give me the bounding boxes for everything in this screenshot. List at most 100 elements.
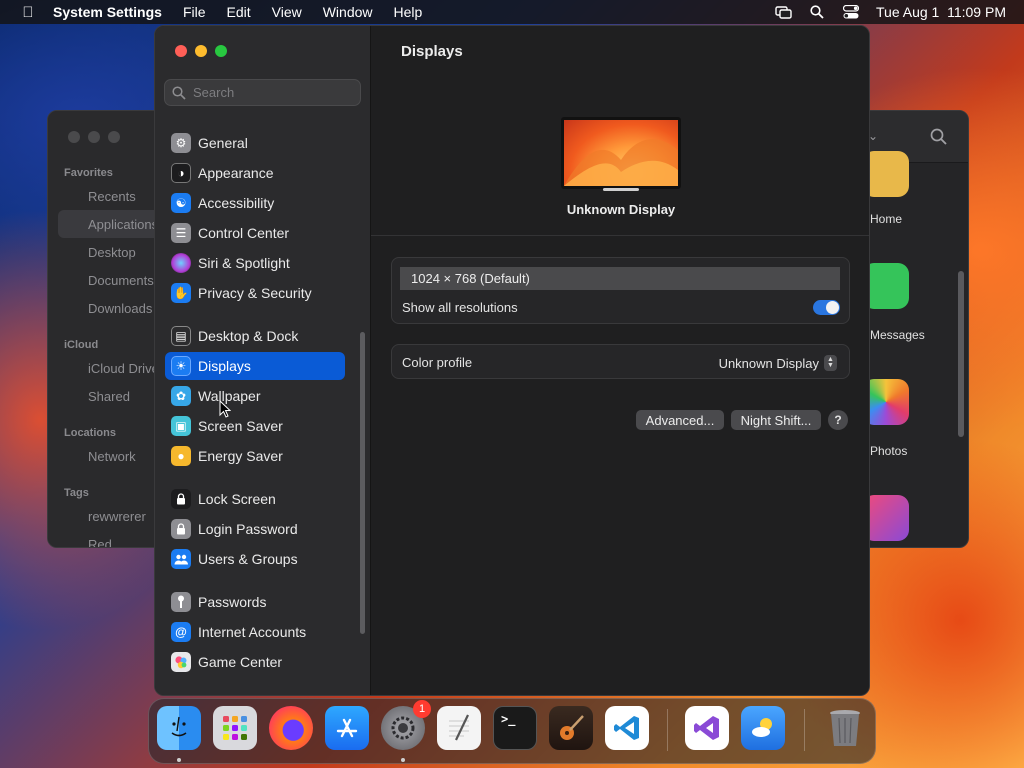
menu-edit[interactable]: Edit: [227, 4, 251, 20]
settings-notification-badge: 1: [413, 700, 431, 718]
sidebar-item-label: Lock Screen: [198, 491, 276, 507]
finder-item[interactable]: Network: [88, 449, 136, 464]
help-button[interactable]: ?: [828, 410, 848, 430]
terminal-icon[interactable]: >_: [493, 706, 537, 750]
menu-clock[interactable]: Tue Aug 1 11:09 PM: [876, 4, 1006, 20]
sidebar-item-label: Privacy & Security: [198, 285, 312, 301]
dock-separator-trash: [804, 709, 805, 751]
menu-view[interactable]: View: [272, 4, 302, 20]
sidebar-item-label: Users & Groups: [198, 551, 298, 567]
sidebar-item-passwords[interactable]: Passwords: [165, 588, 345, 616]
chevron-updown-icon: ▲ ▼: [824, 355, 837, 371]
sidebar-item-label: General: [198, 135, 248, 151]
settings-sidebar: Search ⚙ General ◑ Appearance ☯ Accessib…: [155, 26, 371, 695]
trash-icon[interactable]: [823, 706, 867, 750]
sidebar-item-appearance[interactable]: ◑ Appearance: [165, 159, 345, 187]
menu-help[interactable]: Help: [394, 4, 423, 20]
sidebar-scrollbar[interactable]: [360, 332, 365, 634]
finder-section-tags: Tags: [64, 487, 89, 499]
night-shift-button[interactable]: Night Shift...: [731, 410, 821, 430]
color-profile-select[interactable]: Unknown Display ▲ ▼: [719, 355, 837, 371]
key-icon: [171, 592, 191, 612]
control-center-menu-icon[interactable]: [842, 5, 860, 19]
display-name: Unknown Display: [566, 202, 676, 217]
sidebar-item-displays[interactable]: ☀ Displays: [165, 352, 345, 380]
finder-scrollbar[interactable]: [958, 271, 964, 437]
search-icon: [172, 85, 188, 100]
hand-icon: ✋: [171, 283, 191, 303]
dock: 1 >_: [148, 698, 876, 764]
menu-file[interactable]: File: [183, 4, 206, 20]
dock-separator: [667, 709, 668, 751]
sidebar-item-label: Appearance: [198, 165, 274, 181]
apple-menu-icon[interactable]: : [17, 4, 39, 21]
sun-icon: ☀: [171, 356, 191, 376]
sidebar-item-siri-spotlight[interactable]: Siri & Spotlight: [165, 249, 345, 277]
sidebar-item-game-center[interactable]: Game Center: [165, 648, 345, 676]
screen-mirroring-icon[interactable]: [774, 5, 792, 19]
textedit-icon[interactable]: [437, 706, 481, 750]
display-thumbnail[interactable]: [561, 117, 681, 189]
sidebar-item-label: Displays: [198, 358, 251, 374]
close-window-button[interactable]: [175, 45, 187, 57]
mouse-cursor-icon: [219, 399, 232, 423]
pane-divider: [371, 235, 869, 236]
app-store-icon[interactable]: [325, 706, 369, 750]
finder-section-icloud: iCloud: [64, 339, 99, 351]
sidebar-item-users-groups[interactable]: Users & Groups: [165, 545, 345, 573]
show-all-resolutions-toggle[interactable]: [813, 300, 840, 315]
sidebar-item-energy-saver[interactable]: ● Energy Saver: [165, 442, 345, 470]
sidebar-item-screen-saver[interactable]: ▣ Screen Saver: [165, 412, 345, 440]
search-input[interactable]: Search: [164, 79, 361, 106]
accessibility-icon: ☯: [171, 193, 191, 213]
finder-section-favorites: Favorites: [64, 167, 113, 179]
minimize-window-button[interactable]: [195, 45, 207, 57]
spotlight-search-icon[interactable]: [808, 5, 826, 19]
sidebar-item-label: Passwords: [198, 594, 267, 610]
finder-item[interactable]: Recents: [88, 189, 136, 204]
sidebar-item-wallpaper[interactable]: ✿ Wallpaper: [165, 382, 345, 410]
sidebar-item-general[interactable]: ⚙ General: [165, 129, 345, 157]
traffic-lights: [175, 45, 227, 57]
finder-search-icon[interactable]: [930, 128, 947, 150]
firefox-icon[interactable]: [269, 706, 313, 750]
system-settings-window: Search ⚙ General ◑ Appearance ☯ Accessib…: [154, 25, 870, 696]
finder-item[interactable]: rewwrerer: [88, 509, 146, 524]
sidebar-item-desktop-dock[interactable]: ▤ Desktop & Dock: [165, 322, 345, 350]
sidebar-item-login-password[interactable]: Login Password: [165, 515, 345, 543]
finder-section-locations: Locations: [64, 427, 116, 439]
weather-icon[interactable]: [741, 706, 785, 750]
color-profile-value: Unknown Display: [718, 355, 819, 371]
finder-app-label: Messages: [870, 328, 925, 342]
guitar-icon[interactable]: [549, 706, 593, 750]
game-center-icon: [171, 652, 191, 672]
vscode-icon[interactable]: [605, 706, 649, 750]
dock-icon: ▤: [171, 326, 191, 346]
sidebar-item-internet-accounts[interactable]: @ Internet Accounts: [165, 618, 345, 646]
sidebar-item-accessibility[interactable]: ☯ Accessibility: [165, 189, 345, 217]
color-profile-card: Color profile Unknown Display ▲ ▼: [391, 344, 850, 379]
menu-app-name[interactable]: System Settings: [53, 4, 162, 20]
settings-gear-icon[interactable]: 1: [381, 700, 431, 750]
resolution-option[interactable]: 1024 × 768 (Default): [400, 267, 840, 290]
lock-icon: [171, 489, 191, 509]
finder-item[interactable]: Documents: [88, 273, 154, 288]
advanced-button[interactable]: Advanced...: [636, 410, 724, 430]
launchpad-icon[interactable]: [213, 706, 257, 750]
zoom-window-button[interactable]: [215, 45, 227, 57]
sidebar-item-privacy-security[interactable]: ✋ Privacy & Security: [165, 279, 345, 307]
menu-window[interactable]: Window: [323, 4, 373, 20]
finder-item[interactable]: iCloud Drive: [88, 361, 159, 376]
sidebar-item-lock-screen[interactable]: Lock Screen: [165, 485, 345, 513]
flower-icon: ✿: [171, 386, 191, 406]
finder-item[interactable]: Shared: [88, 389, 130, 404]
finder-item[interactable]: Red: [88, 537, 112, 547]
sidebar-item-control-center[interactable]: ☰ Control Center: [165, 219, 345, 247]
finder-item[interactable]: Downloads: [88, 301, 152, 316]
visual-studio-icon[interactable]: [685, 706, 729, 750]
finder-item[interactable]: Applications: [88, 217, 158, 232]
display-stand: [603, 188, 639, 191]
finder-icon[interactable]: [157, 706, 201, 750]
page-title: Displays: [401, 43, 463, 60]
finder-item[interactable]: Desktop: [88, 245, 136, 260]
